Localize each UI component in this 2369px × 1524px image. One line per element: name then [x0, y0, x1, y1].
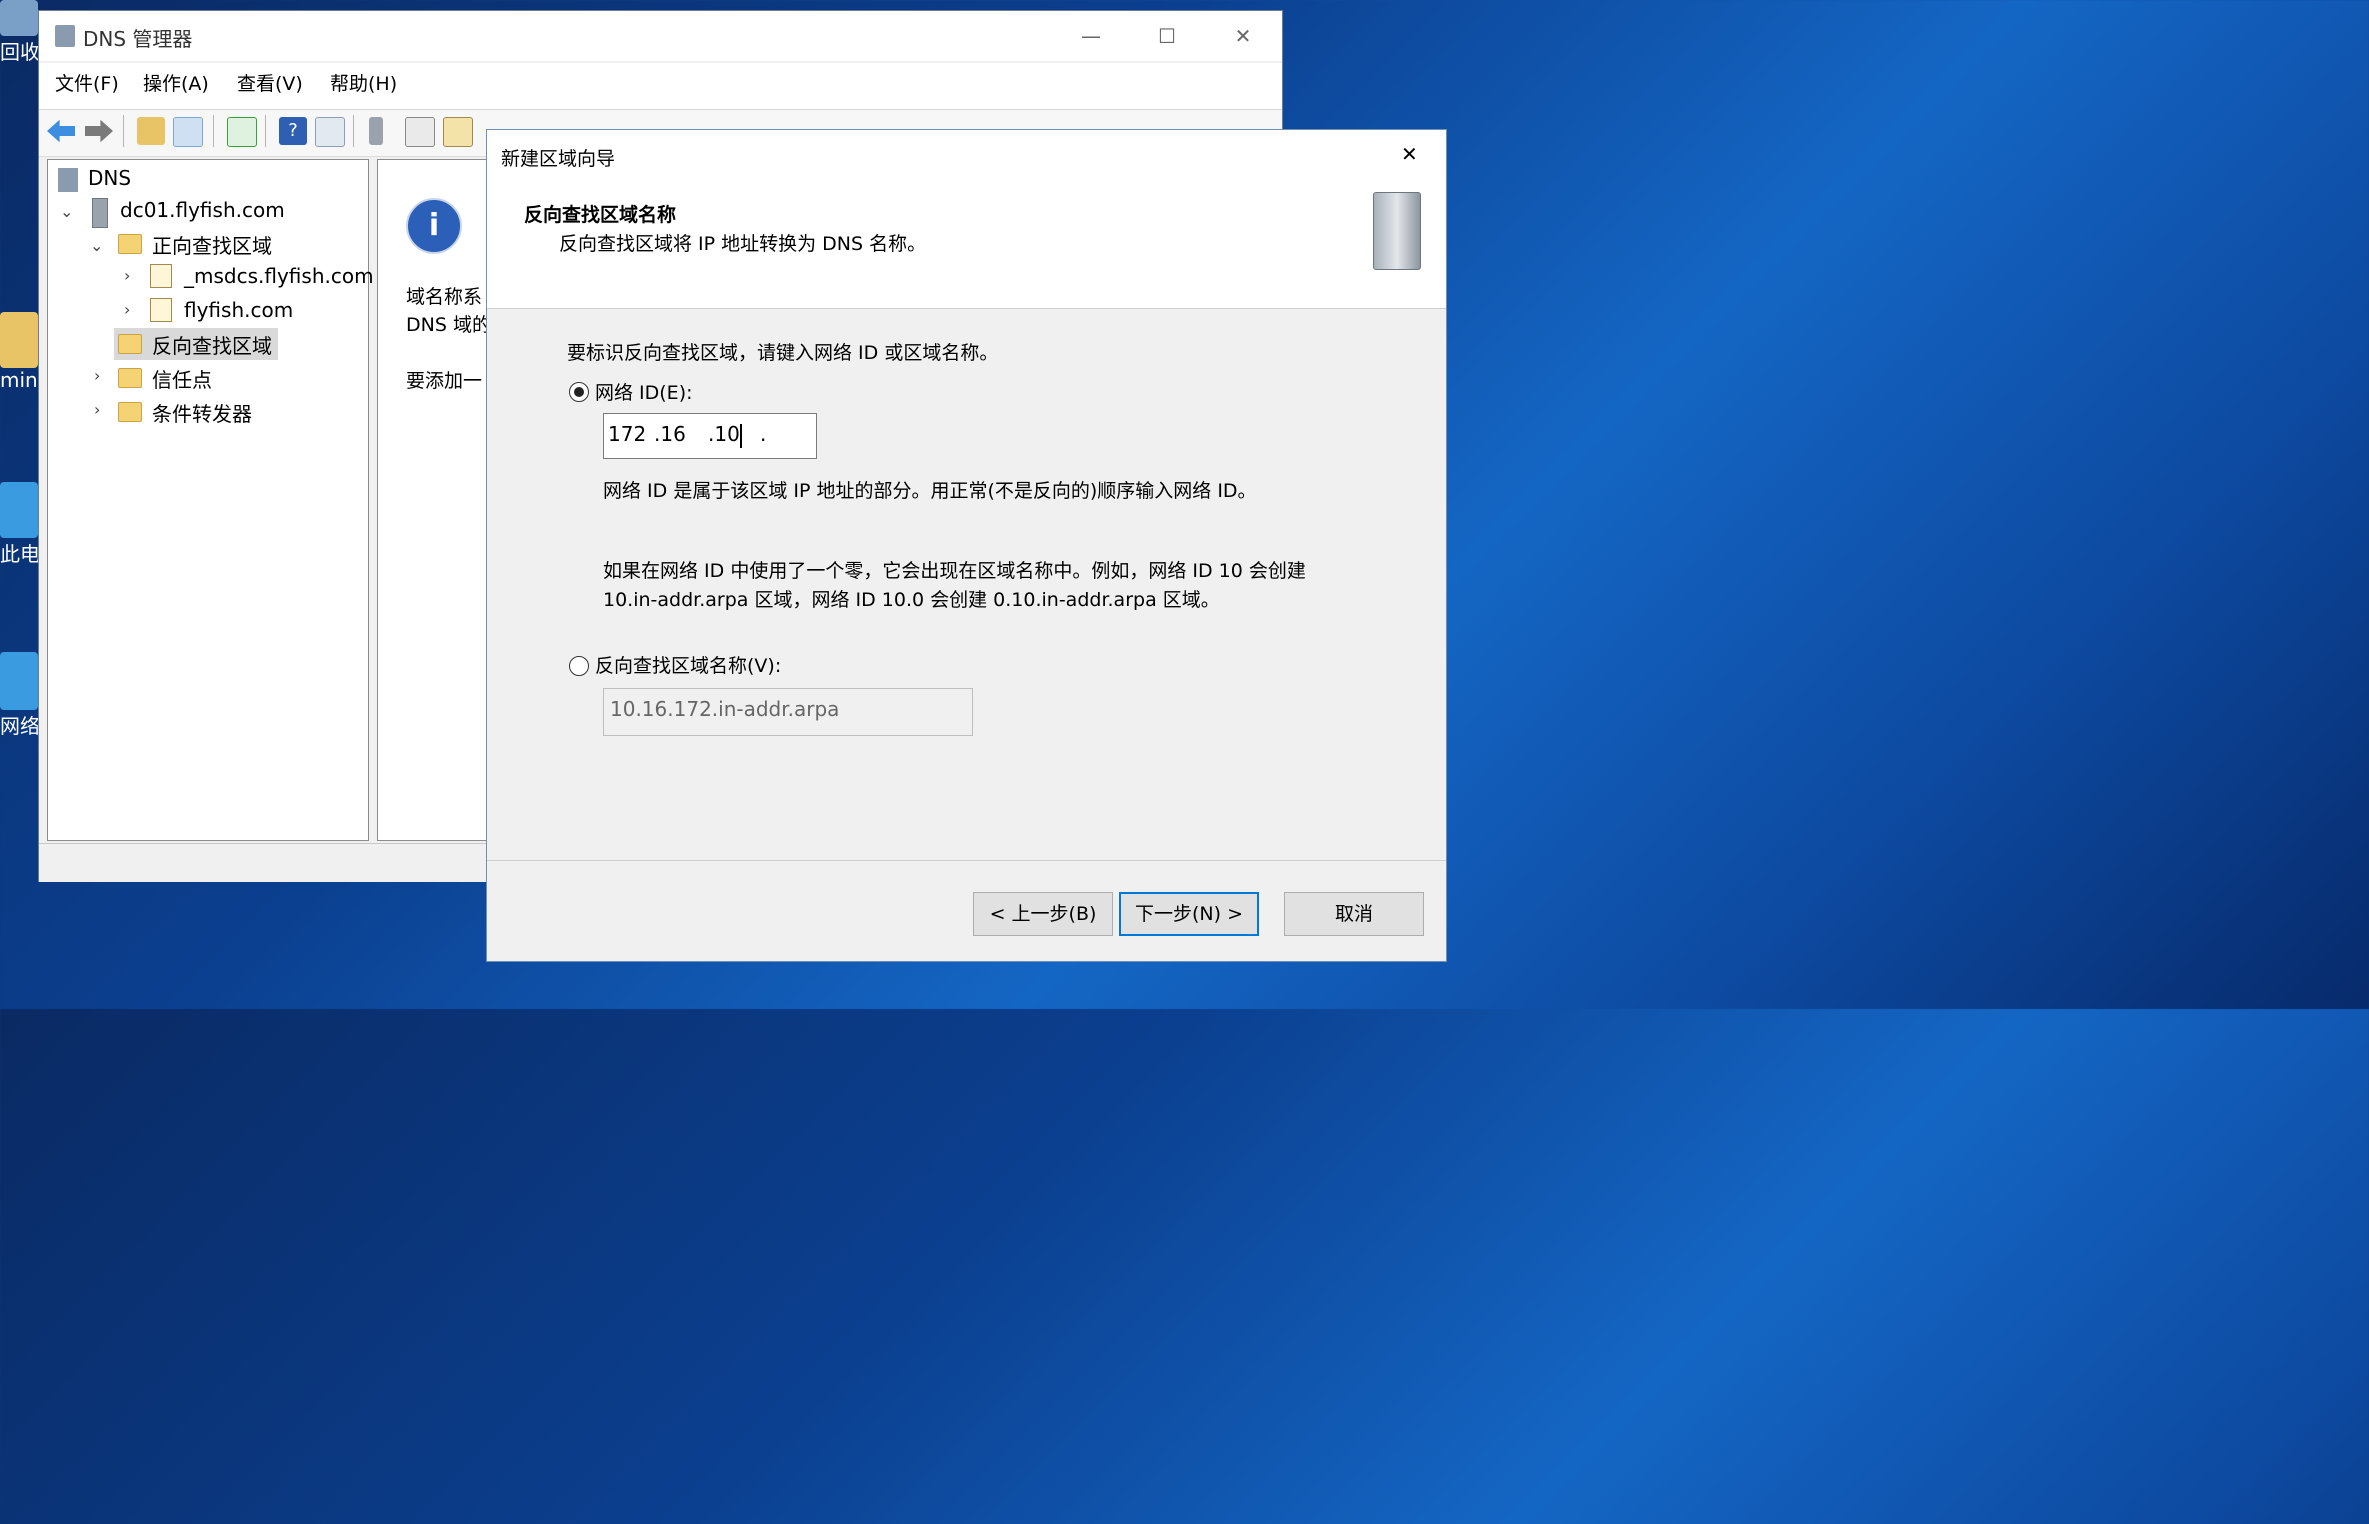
server-icon — [1373, 192, 1421, 270]
wizard-header-subtitle: 反向查找区域将 IP 地址转换为 DNS 名称。 — [559, 233, 927, 255]
zero-note-line1: 如果在网络 ID 中使用了一个零，它会出现在区域名称中。例如，网络 ID 10 … — [603, 560, 1306, 582]
radio-selected-dot — [574, 387, 584, 397]
desktop-icon-label: 此电 — [0, 542, 40, 566]
toolbar-separator — [265, 115, 266, 147]
tree-item-reverse-zones[interactable]: 反向查找区域 — [152, 330, 272, 359]
ip-octet-1[interactable]: 172 — [608, 422, 646, 446]
recycle-bin-icon — [0, 0, 38, 36]
tree-item-zone-flyfish[interactable]: flyfish.com — [184, 298, 293, 322]
computer-icon — [0, 482, 38, 538]
menu-help[interactable]: 帮助(H) — [330, 69, 397, 96]
network-id-note: 网络 ID 是属于该区域 IP 地址的部分。用正常(不是反向的)顺序输入网络 I… — [603, 480, 1257, 502]
show-console-tree-icon[interactable] — [173, 117, 203, 147]
button-separator — [487, 860, 1446, 861]
tree-item-trust-points[interactable]: 信任点 — [152, 364, 212, 393]
result-text-line2: DNS 域的 — [406, 314, 491, 336]
help-icon[interactable]: ? — [279, 117, 307, 145]
toolbar-separator — [123, 115, 124, 147]
result-text-line3: 要添加一 — [406, 370, 483, 392]
close-button[interactable]: ✕ — [1213, 19, 1273, 53]
next-button[interactable]: 下一步(N) > — [1119, 892, 1259, 936]
menu-action[interactable]: 操作(A) — [143, 69, 209, 96]
server-icon[interactable] — [369, 117, 383, 145]
ip-octet-4[interactable]: . — [760, 422, 766, 446]
ip-octet-2[interactable]: .16 — [654, 422, 686, 446]
chevron-down-icon[interactable]: ⌄ — [60, 202, 73, 221]
chevron-right-icon[interactable]: › — [94, 366, 100, 385]
desktop-icon-label: min — [0, 368, 38, 392]
menu-view[interactable]: 查看(V) — [237, 69, 303, 96]
desktop-icon-network[interactable]: 网络 — [0, 652, 40, 739]
desktop-icon-label: 网络 — [0, 714, 40, 738]
maximize-button[interactable]: ☐ — [1137, 19, 1197, 53]
dns-root-icon — [58, 168, 78, 192]
zone-name-radio[interactable] — [569, 656, 589, 676]
tree-item-conditional-forwarders[interactable]: 条件转发器 — [152, 398, 252, 427]
network-icon — [0, 652, 38, 710]
list-icon[interactable] — [405, 117, 435, 147]
result-text-line1: 域名称系 — [406, 286, 483, 308]
user-folder-icon — [0, 312, 38, 368]
chevron-right-icon[interactable]: › — [124, 300, 130, 319]
refresh-icon[interactable] — [227, 117, 257, 147]
properties-icon[interactable] — [443, 117, 473, 147]
chevron-right-icon[interactable]: › — [124, 266, 130, 285]
network-id-input[interactable]: 172 .16 .10 . — [603, 413, 817, 459]
desktop-icon-user-folder[interactable]: min — [0, 312, 40, 392]
desktop-icon-recycle-bin[interactable]: 回收 — [0, 0, 40, 65]
result-pane: i 域名称系 DNS 域的 要添加一 — [377, 159, 494, 841]
new-zone-wizard-dialog: 新建区域向导 ✕ 反向查找区域名称 反向查找区域将 IP 地址转换为 DNS 名… — [486, 129, 1447, 962]
back-button[interactable]: < 上一步(B) — [973, 892, 1113, 936]
toolbar-separator — [213, 115, 214, 147]
desktop-icon-this-pc[interactable]: 此电 — [0, 482, 40, 567]
network-id-radio[interactable] — [569, 382, 589, 402]
toolbar-separator — [353, 115, 354, 147]
info-icon: i — [406, 198, 462, 254]
ip-octet-3[interactable]: .10 — [708, 422, 740, 446]
tree-item-server[interactable]: dc01.flyfish.com — [120, 198, 285, 222]
action-pane-icon[interactable] — [315, 117, 345, 147]
text-cursor — [740, 424, 742, 448]
tree-item-zone-msdcs[interactable]: _msdcs.flyfish.com — [184, 264, 374, 288]
folder-icon — [118, 234, 142, 254]
zone-name-field: 10.16.172.in-addr.arpa — [603, 688, 973, 736]
console-tree: DNS ⌄ dc01.flyfish.com ⌄ 正向查找区域 › _msdcs… — [47, 159, 374, 841]
cancel-button[interactable]: 取消 — [1284, 892, 1424, 936]
window-title: DNS 管理器 — [83, 27, 193, 51]
folder-icon — [118, 334, 142, 354]
folder-icon — [118, 368, 142, 388]
wizard-header-title: 反向查找区域名称 — [524, 204, 677, 226]
menu-bar — [39, 63, 1282, 110]
zone-name-value: 10.16.172.in-addr.arpa — [610, 697, 840, 721]
chevron-right-icon[interactable]: › — [94, 400, 100, 419]
zone-name-label: 反向查找区域名称(V): — [595, 655, 782, 677]
minimize-button[interactable]: — — [1061, 19, 1121, 53]
zone-icon — [150, 264, 172, 288]
zero-note-line2: 10.in-addr.arpa 区域，网络 ID 10.0 会创建 0.10.i… — [603, 589, 1220, 611]
chevron-down-icon[interactable]: ⌄ — [90, 236, 103, 255]
menu-file[interactable]: 文件(F) — [55, 69, 119, 96]
desktop-icon-label: 回收 — [0, 40, 40, 64]
dialog-title: 新建区域向导 — [501, 148, 616, 170]
dialog-titlebar — [487, 130, 1446, 178]
tree-item-forward-zones[interactable]: 正向查找区域 — [152, 230, 272, 259]
instruction-text: 要标识反向查找区域，请键入网络 ID 或区域名称。 — [567, 342, 999, 364]
zone-icon — [150, 298, 172, 322]
folder-icon — [118, 402, 142, 422]
tree-item-dns[interactable]: DNS — [88, 166, 131, 190]
dialog-close-button[interactable]: ✕ — [1401, 142, 1418, 166]
up-folder-icon[interactable] — [137, 117, 165, 145]
network-id-label: 网络 ID(E): — [595, 382, 693, 404]
server-icon — [92, 198, 108, 228]
dns-app-icon — [55, 25, 75, 47]
